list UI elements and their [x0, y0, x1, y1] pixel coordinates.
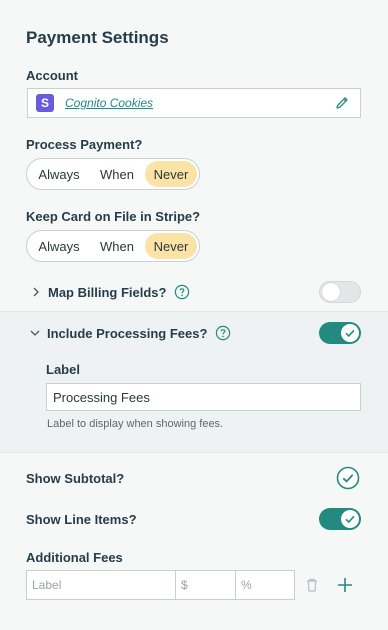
account-link[interactable]: Cognito Cookies: [65, 96, 334, 110]
processing-fees-switch[interactable]: [319, 322, 361, 344]
keep-card-option-never[interactable]: Never: [145, 233, 197, 259]
process-payment-toggle: Always When Never: [26, 158, 200, 190]
chevron-down-icon[interactable]: [29, 327, 41, 339]
help-icon[interactable]: [215, 325, 231, 341]
check-icon: [345, 329, 355, 338]
processing-fees-label: Include Processing Fees?: [47, 325, 208, 341]
chevron-right-icon[interactable]: [30, 286, 42, 298]
additional-fee-percent-input[interactable]: %: [235, 570, 295, 600]
map-billing-label: Map Billing Fields?: [48, 284, 167, 300]
map-billing-switch[interactable]: [319, 281, 361, 303]
switch-knob: [322, 283, 340, 301]
check-icon: [345, 515, 355, 524]
pencil-icon[interactable]: [334, 95, 350, 111]
show-subtotal-check-icon[interactable]: [336, 466, 360, 490]
trash-icon[interactable]: [304, 577, 320, 593]
switch-knob: [341, 510, 359, 528]
additional-fee-amount-input[interactable]: $: [175, 570, 236, 600]
account-field[interactable]: S Cognito Cookies: [27, 88, 361, 118]
process-payment-label: Process Payment?: [26, 137, 143, 152]
show-line-items-label: Show Line Items?: [26, 512, 137, 527]
keep-card-label: Keep Card on File in Stripe?: [26, 209, 201, 224]
account-label: Account: [26, 68, 78, 83]
plus-icon[interactable]: [336, 576, 354, 594]
additional-fee-label-input[interactable]: Label: [26, 570, 176, 600]
fee-label-field-label: Label: [46, 362, 80, 377]
payment-settings-panel: Payment Settings Account S Cognito Cooki…: [0, 0, 388, 630]
keep-card-option-when[interactable]: When: [89, 233, 145, 259]
stripe-logo-icon: S: [36, 94, 54, 112]
help-icon[interactable]: [174, 284, 190, 300]
additional-fees-label: Additional Fees: [26, 550, 123, 565]
fee-label-help: Label to display when showing fees.: [47, 418, 224, 430]
process-payment-option-never[interactable]: Never: [145, 161, 197, 187]
fee-label-input[interactable]: Processing Fees: [46, 383, 361, 411]
process-payment-option-when[interactable]: When: [89, 161, 145, 187]
show-subtotal-label: Show Subtotal?: [26, 471, 125, 486]
keep-card-option-always[interactable]: Always: [29, 233, 89, 259]
switch-knob: [341, 324, 359, 342]
process-payment-option-always[interactable]: Always: [29, 161, 89, 187]
show-line-items-switch[interactable]: [319, 508, 361, 530]
page-title: Payment Settings: [26, 28, 169, 47]
keep-card-toggle: Always When Never: [26, 230, 200, 262]
